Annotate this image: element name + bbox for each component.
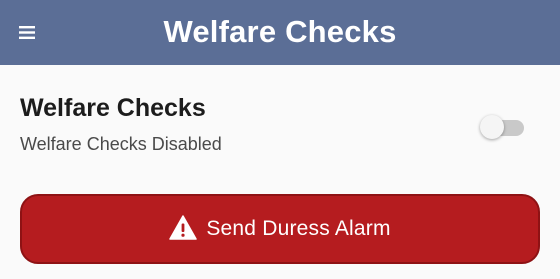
app-header: Welfare Checks <box>0 0 560 65</box>
menu-button[interactable] <box>14 20 40 44</box>
hamburger-menu-icon <box>19 25 35 39</box>
send-duress-alarm-label: Send Duress Alarm <box>206 217 391 240</box>
welfare-checks-status: Welfare Checks Disabled <box>20 134 222 154</box>
welfare-checks-setting: Welfare Checks Welfare Checks Disabled <box>20 92 540 162</box>
page-title: Welfare Checks <box>163 14 397 49</box>
app-screen: Welfare Checks Welfare Checks Welfare Ch… <box>0 0 560 279</box>
welfare-checks-toggle[interactable] <box>480 114 526 139</box>
send-duress-alarm-button[interactable]: Send Duress Alarm <box>20 194 540 264</box>
warning-triangle-icon <box>169 215 198 240</box>
toggle-thumb <box>480 115 504 139</box>
welfare-checks-title: Welfare Checks <box>20 94 206 122</box>
